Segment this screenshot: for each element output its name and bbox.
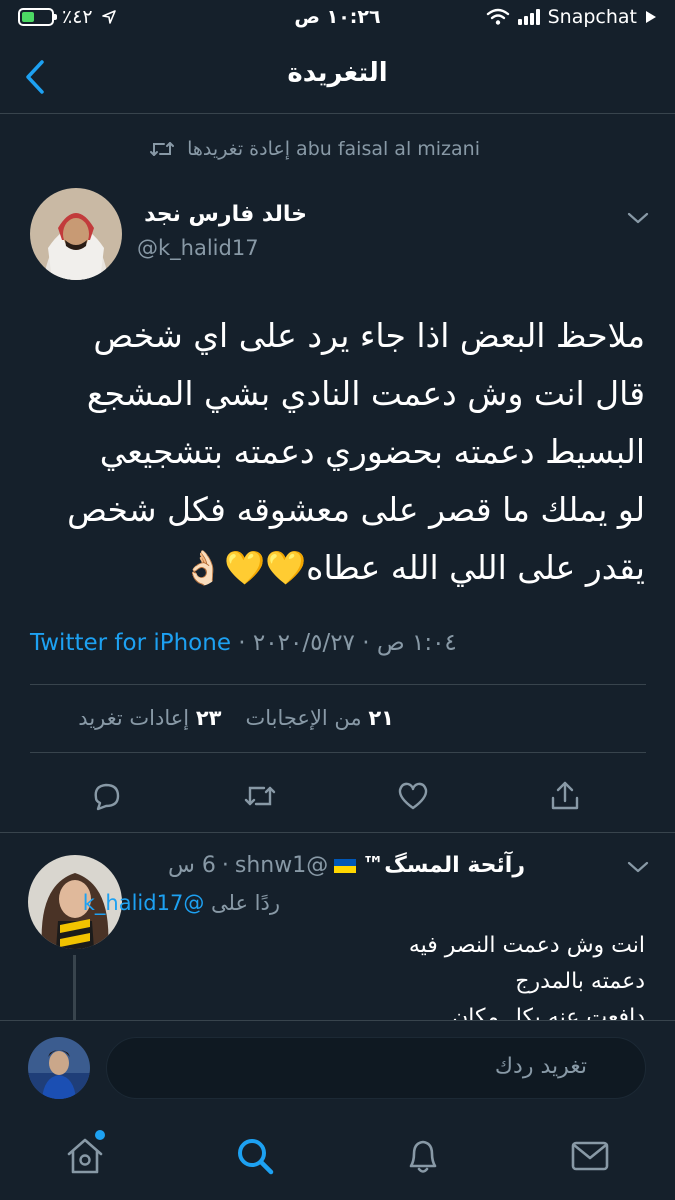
tweet-menu-chevron-icon[interactable] bbox=[626, 211, 650, 225]
reply-input-placeholder: تغريد ردك bbox=[494, 1054, 587, 1079]
divider bbox=[30, 752, 646, 753]
status-right: Snapchat bbox=[486, 6, 657, 28]
tweet-time: ١:٠٤ ص bbox=[376, 630, 457, 656]
comment-icon[interactable] bbox=[88, 778, 124, 814]
retweets-label: إعادات تغريد bbox=[78, 706, 190, 730]
reply-age: 6 س bbox=[168, 853, 216, 878]
signal-icon bbox=[517, 9, 540, 25]
reply-header: رآئحة المسگ™ @shnw1 · 6 س bbox=[168, 853, 525, 878]
reply-line: دافعت عنه بكل مكان bbox=[452, 1005, 645, 1020]
reply-line: انت وش دعمت النصر فيه bbox=[408, 933, 645, 958]
bell-icon[interactable] bbox=[401, 1134, 445, 1178]
retweet-action-icon[interactable] bbox=[242, 778, 278, 814]
header: التغريدة bbox=[0, 40, 675, 114]
replying-to-handle[interactable]: @k_halid17 bbox=[83, 891, 205, 915]
retweeted-by[interactable]: abu faisal al mizani إعادة تغريدها bbox=[149, 138, 480, 160]
author-handle[interactable]: @k_halid17 bbox=[137, 236, 259, 260]
separator: · bbox=[362, 630, 370, 656]
my-avatar[interactable] bbox=[28, 1037, 90, 1099]
home-icon[interactable] bbox=[63, 1134, 107, 1178]
tweet-line: البسيط دعمته بحضوري دعمته بتشجيعي bbox=[99, 432, 645, 471]
section-divider bbox=[0, 832, 675, 833]
retweets-stat[interactable]: ٢٣ إعادات تغريد bbox=[78, 706, 221, 730]
thread-line bbox=[73, 955, 76, 1023]
compose-bar: تغريد ردك bbox=[0, 1020, 675, 1116]
tweet-meta: Twitter for iPhone · ٢٠٢٠/٥/٢٧ · ١:٠٤ ص bbox=[30, 630, 457, 656]
share-icon[interactable] bbox=[547, 778, 583, 814]
tab-bar bbox=[0, 1116, 675, 1200]
reply-author-handle[interactable]: @shnw1 bbox=[235, 853, 328, 878]
separator: · bbox=[238, 630, 246, 656]
heart-icon[interactable] bbox=[395, 778, 431, 814]
replying-to: ردًا على @k_halid17 bbox=[83, 891, 280, 915]
play-icon bbox=[646, 11, 656, 23]
separator: · bbox=[221, 853, 229, 878]
likes-stat[interactable]: ٢١ من الإعجابات bbox=[245, 706, 394, 730]
retweeted-by-label: abu faisal al mizani إعادة تغريدها bbox=[187, 138, 480, 160]
ukraine-flag-icon bbox=[334, 858, 357, 873]
status-bar: ٪٤٢ ١٠:٢٦ ص Snapchat bbox=[0, 0, 675, 40]
tweet-line: لو يملك ما قصر على معشوقه فكل شخص bbox=[67, 490, 645, 529]
reply-input[interactable]: تغريد ردك bbox=[106, 1037, 646, 1099]
search-icon[interactable] bbox=[233, 1134, 277, 1178]
page-title: التغريدة bbox=[287, 58, 388, 88]
tweet-line: قال انت وش دعمت النادي بشي المشجع bbox=[86, 374, 645, 413]
tweet-text: ملاحظ البعض اذا جاء يرد على اي شخص قال ا… bbox=[25, 307, 645, 597]
carrier-label: Snapchat bbox=[547, 6, 637, 28]
retweets-count: ٢٣ bbox=[195, 706, 222, 730]
reply-author-name[interactable]: رآئحة المسگ™ bbox=[362, 853, 525, 878]
replying-to-label: ردًا على bbox=[211, 891, 280, 915]
author-avatar[interactable] bbox=[30, 188, 122, 280]
tweet-source-link[interactable]: Twitter for iPhone bbox=[30, 630, 231, 656]
divider bbox=[30, 684, 646, 685]
reply-text: انت وش دعمت النصر فيه دعمته بالمدرج دافع… bbox=[165, 928, 645, 1020]
tweet-line: ملاحظ البعض اذا جاء يرد على اي شخص bbox=[93, 316, 645, 355]
likes-label: من الإعجابات bbox=[245, 706, 362, 730]
tweet-line: يقدر على اللي الله عطاه💛💛👌🏻 bbox=[182, 548, 645, 587]
wifi-icon bbox=[486, 8, 509, 25]
reply-menu-chevron-icon[interactable] bbox=[626, 860, 650, 874]
retweet-icon bbox=[150, 142, 175, 156]
tweet-stats: ٢١ من الإعجابات ٢٣ إعادات تغريد bbox=[78, 706, 394, 730]
tweet-date: ٢٠٢٠/٥/٢٧ bbox=[252, 630, 355, 656]
likes-count: ٢١ bbox=[368, 706, 394, 730]
home-notification-dot bbox=[95, 1130, 105, 1140]
mail-icon[interactable] bbox=[568, 1134, 612, 1178]
author-name[interactable]: خالد فارس نجد bbox=[144, 202, 307, 227]
reply-line: دعمته بالمدرج bbox=[515, 969, 645, 994]
